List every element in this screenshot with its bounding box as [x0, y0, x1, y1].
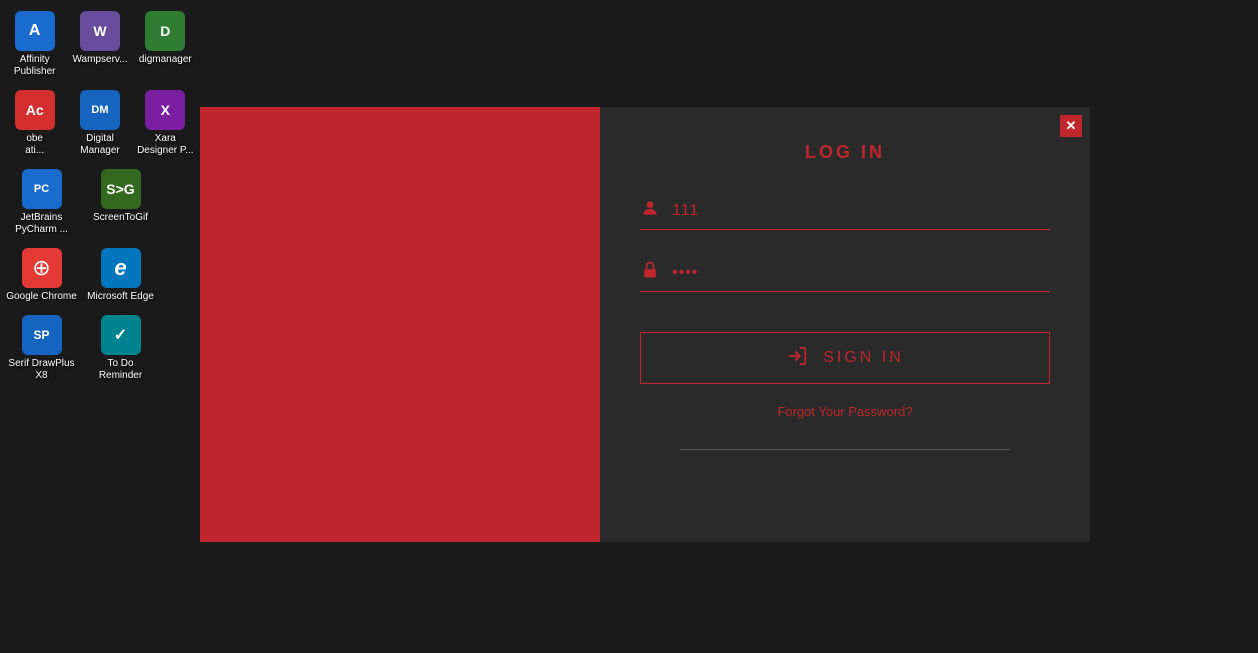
digmanager-label: digmanager — [139, 54, 192, 66]
affinity-publisher-label: Affinity Publisher — [6, 54, 63, 78]
username-input[interactable] — [672, 202, 1050, 220]
jetbrains-label: JetBrains PyCharm ... — [6, 212, 77, 236]
icon-row-5: SP Serif DrawPlus X8 ✓ To Do Reminder — [0, 309, 200, 388]
desktop-icon-affinity-publisher[interactable]: A Affinity Publisher — [4, 7, 65, 82]
digital-manager-icon: DM — [80, 90, 120, 130]
icon-row-1: A Affinity Publisher W Wampserv... D dig… — [0, 5, 200, 84]
desktop-icon-acrobat[interactable]: Ac obeati... — [4, 86, 65, 161]
serif-icon: SP — [22, 315, 62, 355]
user-icon — [640, 198, 660, 223]
sign-in-icon — [786, 345, 808, 372]
desktop-icon-todo[interactable]: ✓ To Do Reminder — [83, 311, 158, 386]
edge-label: Microsoft Edge — [87, 291, 154, 303]
desktop-icon-xara[interactable]: X Xara Designer P... — [135, 86, 196, 161]
lock-icon — [640, 260, 660, 285]
bottom-divider — [680, 449, 1010, 450]
xara-icon: X — [145, 90, 185, 130]
chrome-label: Google Chrome — [6, 291, 77, 303]
desktop-icon-grid: A Affinity Publisher W Wampserv... D dig… — [0, 5, 200, 388]
decorative-red-panel — [200, 107, 600, 542]
acrobat-icon: Ac — [15, 90, 55, 130]
jetbrains-icon: PC — [22, 169, 62, 209]
desktop-icon-digmanager[interactable]: D digmanager — [135, 7, 196, 82]
desktop-icon-wamp[interactable]: W Wampserv... — [69, 7, 130, 82]
sign-in-button[interactable]: SIGN IN — [640, 332, 1050, 384]
desktop-icon-chrome[interactable]: ⊕ Google Chrome — [4, 244, 79, 307]
close-button[interactable]: ✕ — [1060, 115, 1082, 137]
xara-label: Xara Designer P... — [137, 133, 194, 157]
digital-manager-label: Digital Manager — [71, 133, 128, 157]
todo-icon: ✓ — [101, 315, 141, 355]
todo-label: To Do Reminder — [85, 358, 156, 382]
desktop-icon-edge[interactable]: e Microsoft Edge — [83, 244, 158, 307]
desktop-icon-jetbrains[interactable]: PC JetBrains PyCharm ... — [4, 165, 79, 240]
login-title: LOG IN — [805, 142, 885, 163]
acrobat-label: obeati... — [25, 133, 44, 157]
password-input[interactable] — [672, 264, 1050, 282]
username-input-group — [640, 198, 1050, 230]
forgot-password-link[interactable]: Forgot Your Password? — [777, 404, 912, 419]
desktop-icon-serif[interactable]: SP Serif DrawPlus X8 — [4, 311, 79, 386]
desktop-icon-screentogif[interactable]: S>G ScreenToGif — [83, 165, 158, 240]
edge-icon: e — [101, 248, 141, 288]
screentogif-icon: S>G — [101, 169, 141, 209]
wamp-label: Wampserv... — [72, 54, 127, 66]
icon-row-3: PC JetBrains PyCharm ... S>G ScreenToGif — [0, 163, 200, 242]
icon-row-2: Ac obeati... DM Digital Manager X Xara D… — [0, 84, 200, 163]
password-input-group — [640, 260, 1050, 292]
wamp-icon: W — [80, 11, 120, 51]
chrome-icon: ⊕ — [22, 248, 62, 288]
modal-area: ✕ LOG IN — [200, 0, 1258, 653]
login-box: ✕ LOG IN — [600, 107, 1090, 542]
icon-row-4: ⊕ Google Chrome e Microsoft Edge — [0, 242, 200, 309]
screentogif-label: ScreenToGif — [93, 212, 148, 224]
desktop-icon-digital-manager[interactable]: DM Digital Manager — [69, 86, 130, 161]
serif-label: Serif DrawPlus X8 — [6, 358, 77, 382]
affinity-publisher-icon: A — [15, 11, 55, 51]
sign-in-label: SIGN IN — [823, 349, 904, 367]
digmanager-icon: D — [145, 11, 185, 51]
desktop: A Affinity Publisher W Wampserv... D dig… — [0, 0, 200, 653]
